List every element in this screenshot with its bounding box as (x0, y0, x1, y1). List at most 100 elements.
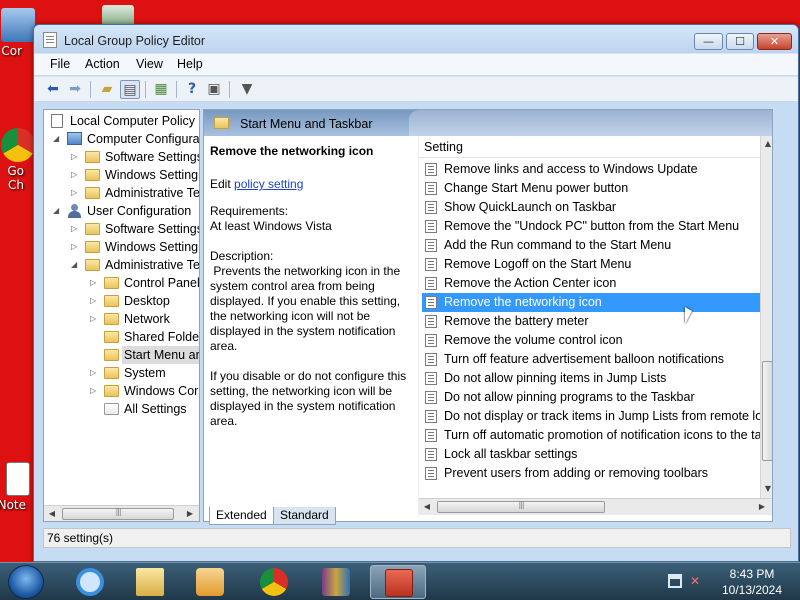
toolbar-separator (229, 81, 230, 98)
requirements-value: At least Windows Vista (210, 219, 332, 233)
expanded-arrow-icon[interactable]: ◢ (53, 202, 63, 220)
setting-label: Show QuickLaunch on Taskbar (444, 200, 617, 214)
settings-horizontal-scrollbar[interactable]: ◀ ▶ (419, 498, 772, 515)
taskbar-app[interactable] (62, 565, 118, 599)
tab-standard[interactable]: Standard (273, 507, 336, 525)
up-folder-icon[interactable]: ▰ (97, 80, 117, 99)
clock[interactable]: 8:43 PM 10/13/2024 (716, 566, 788, 598)
setting-label: Remove the "Undock PC" button from the S… (444, 219, 740, 233)
setting-label: Lock all taskbar settings (444, 447, 578, 461)
user-config-icon (68, 204, 81, 218)
collapsed-arrow-icon[interactable]: ▷ (71, 148, 81, 166)
taskbar-app[interactable] (182, 565, 238, 599)
filter-icon[interactable]: ▼ (237, 80, 257, 99)
setting-row[interactable]: Do not allow pinning items in Jump Lists (422, 369, 770, 388)
taskbar-app[interactable] (308, 565, 364, 599)
start-button[interactable] (8, 565, 44, 599)
scroll-right-arrow-icon[interactable]: ▶ (754, 499, 770, 515)
minimize-button[interactable]: — (694, 33, 723, 50)
taskbar-app[interactable] (122, 565, 178, 599)
scroll-thumb[interactable] (62, 508, 174, 520)
setting-column-header[interactable]: Setting (419, 136, 760, 158)
setting-row[interactable]: Remove the battery meter (422, 312, 770, 331)
properties-icon[interactable]: ▣ (204, 80, 224, 99)
scroll-down-arrow-icon[interactable]: ▼ (761, 481, 772, 497)
setting-row[interactable]: Add the Run command to the Start Menu (422, 236, 770, 255)
setting-row[interactable]: Remove the volume control icon (422, 331, 770, 350)
policy-setting-icon (425, 201, 437, 214)
tree-horizontal-scrollbar[interactable]: ◀ ▶ (44, 505, 199, 521)
scroll-left-arrow-icon[interactable]: ◀ (44, 506, 60, 521)
chrome-shortcut-icon (1, 128, 35, 162)
collapsed-arrow-icon[interactable]: ▷ (71, 184, 81, 202)
settings-vertical-scrollbar[interactable]: ▲ ▼ (760, 136, 772, 499)
taskbar-app-active[interactable] (370, 565, 426, 599)
export-list-icon[interactable]: ▦ (151, 80, 171, 99)
policy-setting-icon (425, 372, 437, 385)
collapsed-arrow-icon[interactable]: ▷ (71, 220, 81, 238)
menu-action[interactable]: Action (85, 57, 120, 71)
close-button[interactable]: ✕ (757, 33, 792, 50)
policy-setting-icon (425, 467, 437, 480)
policy-setting-icon (425, 353, 437, 366)
setting-row[interactable]: Remove links and access to Windows Updat… (422, 160, 770, 179)
setting-row[interactable]: Show QuickLaunch on Taskbar (422, 198, 770, 217)
show-hide-tree-icon[interactable]: ▤ (120, 80, 140, 99)
forward-arrow-icon[interactable]: ➡ (65, 80, 85, 99)
description-title: Remove the networking icon (210, 144, 374, 158)
setting-label: Change Start Menu power button (444, 181, 629, 195)
setting-row[interactable]: Do not display or track items in Jump Li… (422, 407, 770, 426)
maximize-button[interactable]: ☐ (726, 33, 754, 50)
pane-header-title: Start Menu and Taskbar (240, 117, 373, 131)
scroll-thumb[interactable] (762, 361, 772, 461)
setting-row[interactable]: Remove Logoff on the Start Menu (422, 255, 770, 274)
setting-row[interactable]: Remove the Action Center icon (422, 274, 770, 293)
collapsed-arrow-icon[interactable]: ▷ (90, 364, 100, 382)
notepad-shortcut-icon (6, 462, 30, 496)
setting-label: Remove the Action Center icon (444, 276, 617, 290)
volume-muted-icon[interactable]: ✕ (690, 574, 704, 588)
menu-help[interactable]: Help (177, 57, 203, 71)
setting-row[interactable]: Prevent users from adding or removing to… (422, 464, 770, 483)
taskbar-app[interactable] (246, 565, 302, 599)
back-arrow-icon[interactable]: ⬅ (43, 80, 63, 99)
title-bar[interactable]: Local Group Policy Editor — ☐ ✕ (34, 25, 798, 53)
setting-row[interactable]: Turn off automatic promotion of notifica… (422, 426, 770, 445)
edit-policy-setting-link[interactable]: policy setting (234, 177, 303, 191)
network-icon[interactable] (668, 574, 682, 588)
setting-row[interactable]: Turn off feature advertisement balloon n… (422, 350, 770, 369)
policy-setting-icon (425, 220, 437, 233)
scroll-up-arrow-icon[interactable]: ▲ (761, 136, 772, 152)
menu-file[interactable]: File (50, 57, 70, 71)
setting-label: Remove the battery meter (444, 314, 589, 328)
help-icon[interactable]: ? (182, 80, 202, 99)
setting-row[interactable]: Do not allow pinning programs to the Tas… (422, 388, 770, 407)
scroll-right-arrow-icon[interactable]: ▶ (182, 506, 198, 521)
collapsed-arrow-icon[interactable]: ▷ (90, 292, 100, 310)
setting-row[interactable]: Lock all taskbar settings (422, 445, 770, 464)
status-text: 76 setting(s) (47, 531, 114, 545)
collapsed-arrow-icon[interactable]: ▷ (90, 274, 100, 292)
collapsed-arrow-icon[interactable]: ▷ (71, 238, 81, 256)
description-label: Description: (210, 249, 274, 263)
description-paragraph-2: If you disable or do not configure this … (210, 369, 407, 428)
expanded-arrow-icon[interactable]: ◢ (53, 130, 63, 148)
collapsed-arrow-icon[interactable]: ▷ (90, 310, 100, 328)
setting-label: Prevent users from adding or removing to… (444, 466, 709, 480)
scroll-thumb[interactable] (437, 501, 605, 513)
chrome-icon (260, 568, 288, 596)
expanded-arrow-icon[interactable]: ◢ (71, 256, 81, 274)
setting-row[interactable]: Change Start Menu power button (422, 179, 770, 198)
setting-row[interactable]: Remove the "Undock PC" button from the S… (422, 217, 770, 236)
setting-label: Add the Run command to the Start Menu (444, 238, 672, 252)
requirements-block: Requirements: At least Windows Vista (210, 204, 410, 234)
toolbar-separator (176, 81, 177, 98)
policy-setting-icon (425, 448, 437, 461)
scroll-left-arrow-icon[interactable]: ◀ (419, 499, 435, 515)
collapsed-arrow-icon[interactable]: ▷ (90, 382, 100, 400)
menu-view[interactable]: View (136, 57, 163, 71)
setting-row[interactable]: Remove the networking icon (422, 293, 770, 312)
collapsed-arrow-icon[interactable]: ▷ (71, 166, 81, 184)
tab-extended[interactable]: Extended (209, 507, 274, 525)
folder-icon (104, 349, 119, 361)
